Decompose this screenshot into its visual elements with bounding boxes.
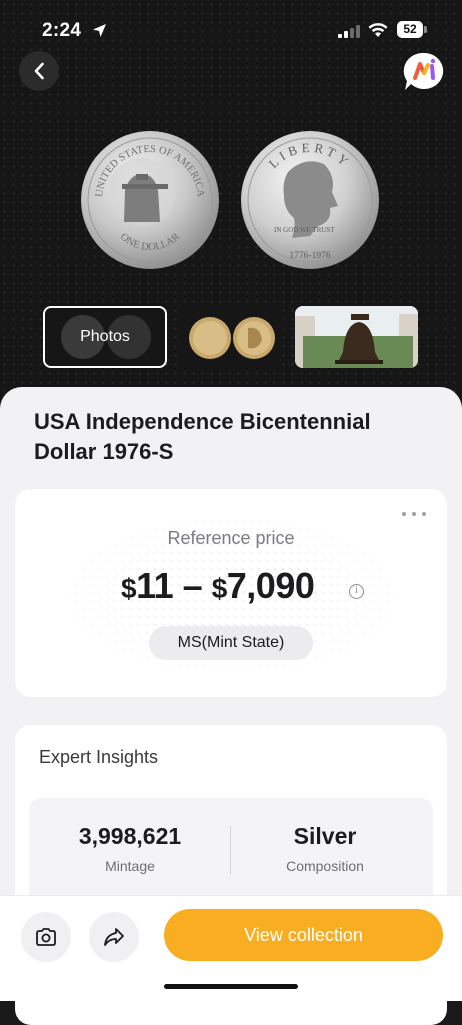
more-dots-icon[interactable] xyxy=(399,505,429,523)
share-button[interactable] xyxy=(89,912,139,962)
coin-title: USA Independence Bicentennial Dollar 197… xyxy=(34,409,371,464)
battery-icon: 52 xyxy=(397,21,427,38)
grade-pill[interactable]: MS(Mint State) xyxy=(149,626,313,660)
coin-pair-thumbnail[interactable] xyxy=(182,306,280,368)
reverse-motto: IN GOD WE TRUST xyxy=(274,226,335,234)
signal-icon xyxy=(338,25,360,38)
status-bar: 2:24 52 xyxy=(0,0,462,60)
insights-title: Expert Insights xyxy=(39,747,159,767)
status-time: 2:24 xyxy=(42,20,82,41)
home-indicator xyxy=(164,984,298,989)
price-card: Reference price $11 – $7,090 i MS(Mint S… xyxy=(15,489,447,697)
view-collection-button[interactable]: View collection xyxy=(164,909,443,961)
back-button[interactable] xyxy=(19,51,59,91)
coin-reverse-image[interactable]: LIBERTY IN GOD WE TRUST 1776-1976 xyxy=(240,130,380,270)
composition-value: Silver xyxy=(293,823,357,849)
liberty-bell-thumbnail[interactable] xyxy=(295,306,418,368)
reverse-date: 1776-1976 xyxy=(289,251,330,261)
reference-price-label: Reference price xyxy=(167,528,295,548)
info-icon[interactable]: i xyxy=(349,584,364,599)
app-logo-icon[interactable] xyxy=(403,51,445,91)
price-range: $11 – $7,090 xyxy=(121,565,315,607)
composition-label: Composition xyxy=(286,858,364,874)
coin-hero: 2:24 52 UNITED STATES OF AMERICA ONE DOL… xyxy=(0,0,462,400)
mintage-label: Mintage xyxy=(105,858,155,874)
coin-obverse-image[interactable]: UNITED STATES OF AMERICA ONE DOLLAR xyxy=(80,130,220,270)
bottom-action-bar: View collection xyxy=(0,895,462,1001)
wifi-icon xyxy=(368,23,388,37)
mintage-value: 3,998,621 xyxy=(78,823,182,849)
currency-high: $ xyxy=(211,573,228,604)
share-icon xyxy=(104,928,124,946)
camera-button[interactable] xyxy=(21,912,71,962)
back-chevron-icon xyxy=(34,62,44,80)
location-arrow-icon xyxy=(93,24,106,37)
price-dash: – xyxy=(182,565,203,606)
battery-level: 52 xyxy=(397,21,423,38)
camera-icon xyxy=(36,928,56,946)
currency-low: $ xyxy=(121,573,137,604)
price-high: 7,090 xyxy=(226,565,315,606)
photos-thumbnail[interactable]: Photos xyxy=(43,306,167,368)
photos-label: Photos xyxy=(80,328,130,345)
price-low: 11 xyxy=(136,565,174,606)
